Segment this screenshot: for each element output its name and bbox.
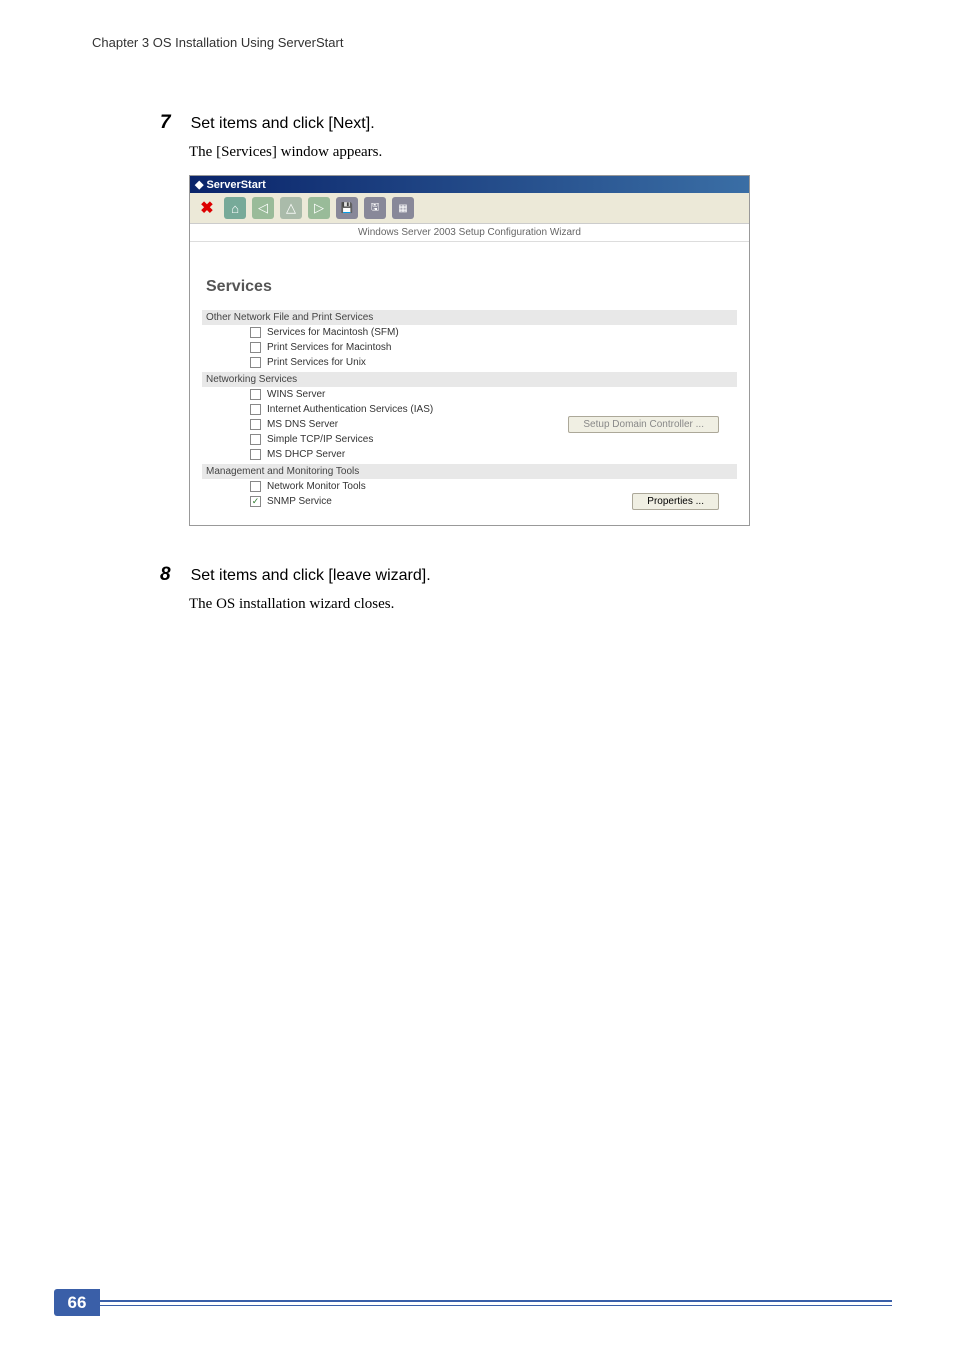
- step-7: 7 Set items and click [Next]. The [Servi…: [160, 112, 860, 526]
- disk-open-icon[interactable]: 🖫: [364, 197, 386, 219]
- properties-button[interactable]: Properties ...: [632, 493, 719, 510]
- checkbox-icon[interactable]: [250, 419, 261, 430]
- checkbox-icon[interactable]: [250, 404, 261, 415]
- step-8: 8 Set items and click [leave wizard]. Th…: [160, 564, 860, 613]
- checkbox-label: WINS Server: [267, 389, 325, 400]
- grid-icon[interactable]: ▦: [392, 197, 414, 219]
- chapter-header: Chapter 3 OS Installation Using ServerSt…: [92, 35, 343, 50]
- panel-title: Services: [202, 250, 737, 308]
- checkbox-icon[interactable]: [250, 389, 261, 400]
- section-header-management: Management and Monitoring Tools: [202, 464, 737, 479]
- services-panel: Services Other Network File and Print Se…: [190, 242, 749, 525]
- step-title-7: Set items and click [Next].: [191, 115, 375, 133]
- footer-rule-bottom: [100, 1305, 892, 1306]
- checkbox-label: Print Services for Macintosh: [267, 342, 392, 353]
- back-icon[interactable]: ◁: [252, 197, 274, 219]
- checkbox-icon[interactable]: [250, 357, 261, 368]
- app-icon: ◆: [195, 178, 203, 191]
- footer-rule-top: [100, 1300, 892, 1302]
- close-icon[interactable]: ✖: [196, 197, 218, 219]
- step-number-8: 8: [160, 564, 171, 586]
- section-header-networking: Networking Services: [202, 372, 737, 387]
- home-icon[interactable]: ⌂: [224, 197, 246, 219]
- checkbox-icon[interactable]: [250, 327, 261, 338]
- checkbox-icon[interactable]: [250, 449, 261, 460]
- checkbox-icon[interactable]: [250, 434, 261, 445]
- wizard-banner: Windows Server 2003 Setup Configuration …: [190, 224, 749, 242]
- up-icon[interactable]: △: [280, 197, 302, 219]
- window-title-text: ServerStart: [206, 179, 265, 191]
- step-description-8: The OS installation wizard closes.: [189, 596, 860, 613]
- checkbox-wins[interactable]: WINS Server: [202, 387, 737, 402]
- step-description-7: The [Services] window appears.: [189, 144, 860, 161]
- checkbox-icon[interactable]: [250, 342, 261, 353]
- checkbox-simple-tcpip[interactable]: Simple TCP/IP Services: [202, 432, 737, 447]
- checkbox-print-mac[interactable]: Print Services for Macintosh: [202, 340, 737, 355]
- setup-domain-controller-button[interactable]: Setup Domain Controller ...: [568, 416, 719, 433]
- checkbox-icon-checked[interactable]: ✓: [250, 496, 261, 507]
- checkbox-sfm[interactable]: Services for Macintosh (SFM): [202, 325, 737, 340]
- checkbox-label: Internet Authentication Services (IAS): [267, 404, 433, 415]
- checkbox-ias[interactable]: Internet Authentication Services (IAS): [202, 402, 737, 417]
- checkbox-label: Simple TCP/IP Services: [267, 434, 373, 445]
- section-header-other: Other Network File and Print Services: [202, 310, 737, 325]
- page-number: 66: [54, 1289, 100, 1316]
- checkbox-label: Services for Macintosh (SFM): [267, 327, 399, 338]
- window-title-bar: ◆ ServerStart: [190, 176, 749, 193]
- checkbox-net-monitor[interactable]: Network Monitor Tools: [202, 479, 737, 494]
- forward-icon[interactable]: ▷: [308, 197, 330, 219]
- toolbar: ✖ ⌂ ◁ △ ▷ 💾 🖫 ▦: [190, 193, 749, 224]
- checkbox-label: MS DHCP Server: [267, 449, 345, 460]
- step-title-8: Set items and click [leave wizard].: [191, 567, 431, 585]
- checkbox-label: Print Services for Unix: [267, 357, 366, 368]
- checkbox-label: MS DNS Server: [267, 419, 338, 430]
- services-window-screenshot: ◆ ServerStart ✖ ⌂ ◁ △ ▷ 💾 🖫 ▦ Windows Se…: [189, 175, 750, 526]
- checkbox-print-unix[interactable]: Print Services for Unix: [202, 355, 737, 370]
- checkbox-dhcp[interactable]: MS DHCP Server: [202, 447, 737, 462]
- step-number-7: 7: [160, 112, 171, 134]
- checkbox-label: Network Monitor Tools: [267, 481, 366, 492]
- checkbox-icon[interactable]: [250, 481, 261, 492]
- checkbox-label: SNMP Service: [267, 496, 332, 507]
- disk-save-icon[interactable]: 💾: [336, 197, 358, 219]
